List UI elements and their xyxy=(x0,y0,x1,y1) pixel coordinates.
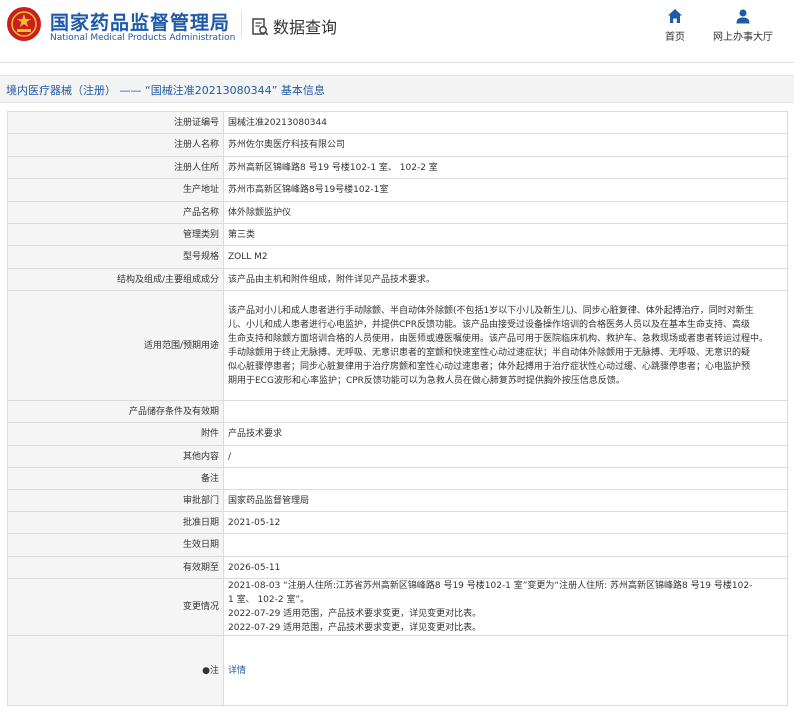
field-value-line: 似心脏骤停患者；同步心脏复律用于治疗房颤和室性心动过速患者；体外起搏用于治疗症状… xyxy=(228,361,751,372)
data-query-title[interactable]: 数据查询 xyxy=(251,14,337,38)
nav-home[interactable]: 首页 xyxy=(659,8,691,43)
field-label: 审批部门 xyxy=(7,489,224,512)
field-value: 第三类 xyxy=(223,223,788,246)
field-label: 其他内容 xyxy=(7,445,224,468)
field-label: 产品名称 xyxy=(7,201,224,224)
table-row: 产品储存条件及有效期 xyxy=(7,400,788,423)
field-value: 2021-08-03 “注册人住所:江苏省苏州高新区锦峰路8 号19 号楼102… xyxy=(223,578,788,636)
device-info-table: 注册证编号 国械注准20213080344 注册人名称 苏州佐尔奥医疗科技有限公司 注册… xyxy=(7,111,788,706)
field-value: / xyxy=(223,445,788,468)
field-label: 注册人住所 xyxy=(7,156,224,179)
home-icon xyxy=(668,9,682,23)
field-value: 苏州市高新区锦峰路8号19号楼102-1室 xyxy=(223,178,788,202)
field-value xyxy=(223,467,788,490)
field-value-line: 该产品对小儿和成人患者进行手动除颤、半自动体外除颤(不包括1岁以下小儿及新生儿)… xyxy=(228,305,754,316)
field-value-line: 2022-07-29 适用范围，产品技术要求变更，详见变更对比表。 xyxy=(228,609,482,619)
field-label: 适用范围/预期用途 xyxy=(7,290,224,401)
header-separator xyxy=(0,62,794,63)
table-row: 生产地址 苏州市高新区锦峰路8号19号楼102-1室 xyxy=(7,178,788,202)
field-value-line: 儿、小儿和成人患者进行心电监护，并提供CPR反馈功能。该产品由接受过设备操作培训… xyxy=(228,319,750,330)
document-search-icon xyxy=(252,18,269,36)
field-label: ●注 xyxy=(7,635,224,706)
nav-home-label: 首页 xyxy=(665,32,685,43)
field-value: 苏州高新区锦峰路8 号19 号楼102-1 室、 102-2 室 xyxy=(223,156,788,179)
table-row: 产品名称 体外除颤监护仪 xyxy=(7,201,788,224)
field-value xyxy=(223,533,788,557)
field-value-line: 手动除颤用于终止无脉搏、无呼吸、无意识患者的室颤和快速室性心动过速症状；半自动体… xyxy=(228,347,751,358)
field-label: 产品储存条件及有效期 xyxy=(7,400,224,423)
header-divider xyxy=(241,10,242,38)
field-label: 管理类别 xyxy=(7,223,224,246)
table-row: 生效日期 xyxy=(7,533,788,557)
table-row: 注册证编号 国械注准20213080344 xyxy=(7,111,788,134)
org-name-cn: 国家药品监督管理局 xyxy=(50,12,231,34)
field-value: 2021-05-12 xyxy=(223,511,788,534)
table-row: 有效期至 2026-05-11 xyxy=(7,556,788,579)
table-row: 其他内容 / xyxy=(7,445,788,468)
field-value: 该产品对小儿和成人患者进行手动除颤、半自动体外除颤(不包括1岁以下小儿及新生儿)… xyxy=(223,290,788,401)
field-value: 产品技术要求 xyxy=(223,422,788,446)
field-value-line: 期用于ECG波形和心率监护；CPR反馈功能可以为急救人员在做心肺复苏时提供胸外按… xyxy=(228,375,625,386)
field-label: 型号规格 xyxy=(7,245,224,269)
field-label: 批准日期 xyxy=(7,511,224,534)
field-value: 体外除颤监护仪 xyxy=(223,201,788,224)
national-emblem-icon xyxy=(7,7,41,41)
field-value: 苏州佐尔奥医疗科技有限公司 xyxy=(223,133,788,157)
table-row: 变更情况 2021-08-03 “注册人住所:江苏省苏州高新区锦峰路8 号19 号… xyxy=(7,578,788,636)
field-label: 备注 xyxy=(7,467,224,490)
field-value-line: 2022-07-29 适用范围，产品技术要求变更，详见变更对比表。 xyxy=(228,623,482,633)
section-title-bar: 境内医疗器械（注册） —— “国械注准20213080344” 基本信息 xyxy=(0,75,794,103)
user-icon xyxy=(736,9,750,24)
nav-online-hall[interactable]: 网上办事大厅 xyxy=(708,8,778,43)
field-value-line: 2021-08-03 “注册人住所:江苏省苏州高新区锦峰路8 号19 号楼102… xyxy=(228,581,753,591)
table-row: 管理类别 第三类 xyxy=(7,223,788,246)
field-value-line: 1 室、 102-2 室”。 xyxy=(228,595,310,605)
table-row: 注册人住所 苏州高新区锦峰路8 号19 号楼102-1 室、 102-2 室 xyxy=(7,156,788,179)
field-value-line: 生命支持和除颤方面培训合格的人员使用，由医师或遵医嘱使用。该产品可用于医院临床机… xyxy=(228,333,769,344)
table-row: 结构及组成/主要组成成分 该产品由主机和附件组成，附件详见产品技术要求。 xyxy=(7,268,788,291)
table-row: 审批部门 国家药品监督管理局 xyxy=(7,489,788,512)
site-header: 国家药品监督管理局 National Medical Products Admi… xyxy=(0,0,794,62)
field-value: 2026-05-11 xyxy=(223,556,788,579)
table-row: ●注 详情 xyxy=(7,635,788,706)
details-link[interactable]: 详情 xyxy=(228,666,246,676)
field-label: 结构及组成/主要组成成分 xyxy=(7,268,224,291)
table-row: 型号规格 ZOLL M2 xyxy=(7,245,788,269)
field-label: 生产地址 xyxy=(7,178,224,202)
field-label: 注册人名称 xyxy=(7,133,224,157)
field-label: 有效期至 xyxy=(7,556,224,579)
field-value xyxy=(223,400,788,423)
table-row: 适用范围/预期用途 该产品对小儿和成人患者进行手动除颤、半自动体外除颤(不包括1岁… xyxy=(7,290,788,401)
field-value: 国械注准20213080344 xyxy=(223,111,788,134)
table-row: 附件 产品技术要求 xyxy=(7,422,788,446)
field-value: 国家药品监督管理局 xyxy=(223,489,788,512)
field-value: 该产品由主机和附件组成，附件详见产品技术要求。 xyxy=(223,268,788,291)
field-label: 附件 xyxy=(7,422,224,446)
table-row: 注册人名称 苏州佐尔奥医疗科技有限公司 xyxy=(7,133,788,157)
field-label: 注册证编号 xyxy=(7,111,224,134)
table-row: 备注 xyxy=(7,467,788,490)
data-query-label: 数据查询 xyxy=(273,18,338,37)
field-value: 详情 xyxy=(223,635,788,706)
field-value: ZOLL M2 xyxy=(223,245,788,269)
page-title: 境内医疗器械（注册） —— “国械注准20213080344” 基本信息 xyxy=(6,84,325,97)
field-label: 变更情况 xyxy=(7,578,224,636)
org-name-en: National Medical Products Administration xyxy=(50,33,236,43)
table-row: 批准日期 2021-05-12 xyxy=(7,511,788,534)
nav-online-hall-label: 网上办事大厅 xyxy=(713,32,773,43)
field-label: 生效日期 xyxy=(7,533,224,557)
